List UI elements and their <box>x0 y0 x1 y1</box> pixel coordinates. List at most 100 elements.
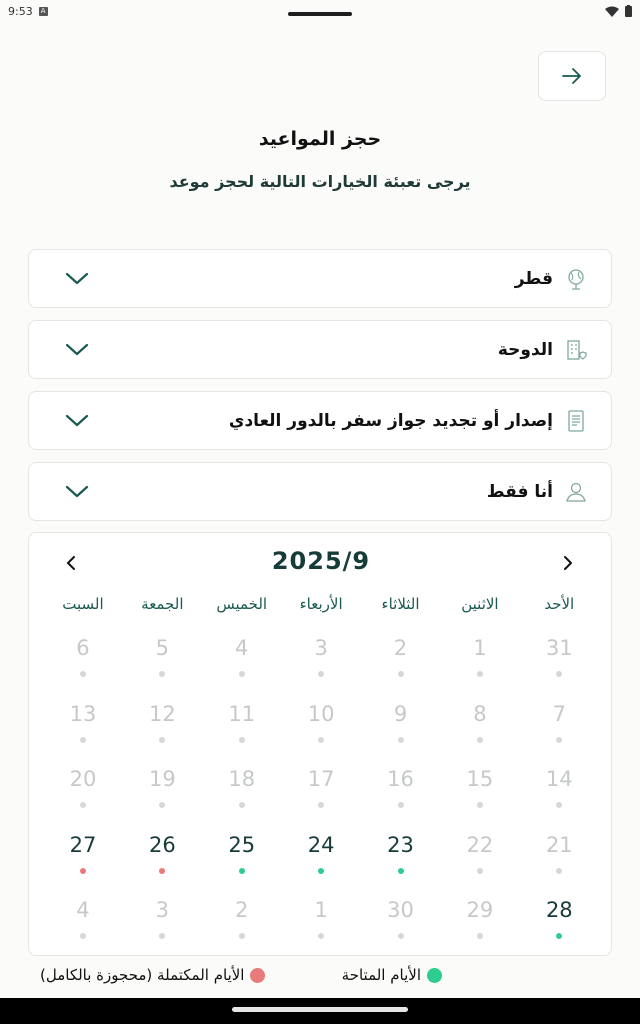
calendar-day[interactable]: 19 <box>123 760 202 826</box>
calendar-day[interactable]: 1 <box>281 891 360 957</box>
calendar-day-status-dot <box>397 736 404 743</box>
legend-available: الأيام المتاحة <box>342 966 442 984</box>
calendar-day-number: 7 <box>552 701 566 726</box>
weekday-tue: الثلاثاء <box>381 595 420 613</box>
globe-icon <box>565 267 587 291</box>
calendar-day-status-dot <box>476 933 483 940</box>
chevron-right-icon <box>564 556 572 570</box>
weekday-sat: السبت <box>62 595 104 613</box>
calendar-week: 14 15 16 17 18 19 20 <box>43 760 599 826</box>
calendar-day-number: 23 <box>387 832 414 857</box>
calendar-day[interactable]: 2 <box>361 629 440 695</box>
applicant-select[interactable]: أنا فقط <box>28 462 612 521</box>
calendar-day[interactable]: 28 <box>520 891 599 957</box>
calendar-day[interactable]: 7 <box>520 695 599 761</box>
calendar-day[interactable]: 13 <box>43 695 122 761</box>
calendar-day-number: 3 <box>314 636 328 660</box>
calendar-day-status-dot <box>318 933 325 940</box>
calendar-day-number: 20 <box>69 767 97 792</box>
calendar-day[interactable]: 25 <box>202 826 281 892</box>
city-select[interactable]: الدوحة <box>28 320 612 379</box>
back-button[interactable] <box>538 51 606 101</box>
calendar-day[interactable]: 16 <box>361 760 440 826</box>
calendar-day-number: 18 <box>228 767 256 792</box>
calendar-day[interactable]: 9 <box>361 695 440 761</box>
calendar-day[interactable]: 20 <box>43 760 122 826</box>
calendar-day[interactable]: 10 <box>281 695 360 761</box>
status-bar: 9:53 A <box>0 0 640 22</box>
calendar-day[interactable]: 29 <box>440 891 519 957</box>
calendar-day-status-dot <box>476 736 483 743</box>
calendar-day[interactable]: 4 <box>202 629 281 695</box>
city-value: الدوحة <box>497 339 553 360</box>
calendar-day[interactable]: 1 <box>440 629 519 695</box>
calendar-day[interactable]: 4 <box>43 891 122 957</box>
calendar-day-number: 15 <box>466 767 494 792</box>
calendar-week: 28 29 30 1 2 3 4 <box>43 891 599 957</box>
calendar-day-status-dot <box>397 671 404 677</box>
calendar-day[interactable]: 17 <box>281 760 360 826</box>
calendar-day-number: 28 <box>545 898 573 923</box>
calendar-day[interactable]: 27 <box>43 826 122 892</box>
calendar-day[interactable]: 30 <box>361 891 440 957</box>
calendar-day[interactable]: 11 <box>202 695 281 761</box>
calendar-day-status-dot <box>238 671 245 677</box>
page-subtitle: يرجى تعبئة الخيارات التالية لحجز موعد <box>169 172 471 191</box>
calendar-header: 2025/9 <box>29 547 613 579</box>
calendar-day[interactable]: 12 <box>123 695 202 761</box>
wifi-icon <box>605 6 619 17</box>
calendar-day[interactable]: 24 <box>281 826 360 892</box>
calendar-day[interactable]: 3 <box>281 629 360 695</box>
calendar-day[interactable]: 14 <box>520 760 599 826</box>
calendar-day[interactable]: 18 <box>202 760 281 826</box>
calendar-grid: 31 1 2 3 4 5 6 7 8 9 10 11 12 13 14 15 16 17 18 19 20 21 22 23 2… <box>43 629 599 957</box>
chevron-down-icon <box>65 272 89 284</box>
calendar-day-number: 3 <box>155 898 170 923</box>
calendar-day[interactable]: 5 <box>123 629 202 695</box>
calendar-day[interactable]: 23 <box>361 826 440 892</box>
calendar-day-status-dot <box>159 867 166 874</box>
building-icon <box>565 338 587 362</box>
next-month-button[interactable] <box>556 551 580 575</box>
calendar-day-number: 22 <box>466 832 494 857</box>
country-select[interactable]: قطر <box>28 249 612 308</box>
calendar-day[interactable]: 2 <box>202 891 281 957</box>
calendar-day-number: 12 <box>148 701 176 726</box>
calendar-day-status-dot <box>238 736 245 743</box>
calendar-day[interactable]: 8 <box>440 695 519 761</box>
home-gesture-pill[interactable] <box>232 1007 408 1012</box>
page-title: حجز المواعيد <box>258 128 382 150</box>
calendar-day-number: 8 <box>473 701 487 726</box>
calendar-day[interactable]: 15 <box>440 760 519 826</box>
calendar-month-label: 2025/9 <box>271 547 371 575</box>
calendar-day[interactable]: 21 <box>520 826 599 892</box>
calendar-day-number: 6 <box>76 636 90 660</box>
weekday-sun: الأحد <box>544 595 575 613</box>
calendar-day[interactable]: 6 <box>43 629 122 695</box>
status-right <box>605 5 632 17</box>
calendar-day[interactable]: 3 <box>123 891 202 957</box>
calendar-week: 31 1 2 3 4 5 6 <box>43 629 599 695</box>
applicant-value: أنا فقط <box>486 481 553 502</box>
calendar-day-number: 26 <box>148 832 176 857</box>
weekday-fri: الجمعة <box>141 595 184 613</box>
legend-available-label: الأيام المتاحة <box>341 966 421 984</box>
weekday-thu: الخميس <box>216 595 268 613</box>
calendar-day-status-dot <box>79 867 86 874</box>
service-select[interactable]: إصدار أو تجديد جواز سفر بالدور العادي <box>28 391 612 450</box>
document-icon <box>565 409 587 433</box>
calendar-day-status-dot <box>79 736 86 743</box>
calendar-day-number: 16 <box>387 767 414 792</box>
calendar-day[interactable]: 22 <box>440 826 519 892</box>
calendar-day[interactable]: 26 <box>123 826 202 892</box>
calendar-day-status-dot <box>476 802 483 809</box>
calendar-day[interactable]: 31 <box>520 629 599 695</box>
calendar-day-status-dot <box>318 802 325 809</box>
calendar-day-status-dot <box>159 736 166 743</box>
calendar-day-status-dot <box>238 867 245 874</box>
calendar-day-status-dot <box>397 867 404 874</box>
user-icon <box>565 480 587 504</box>
calendar-week: 21 22 23 24 25 26 27 <box>43 826 599 892</box>
calendar-day-status-dot <box>318 671 325 677</box>
calendar-day-status-dot <box>556 933 563 940</box>
